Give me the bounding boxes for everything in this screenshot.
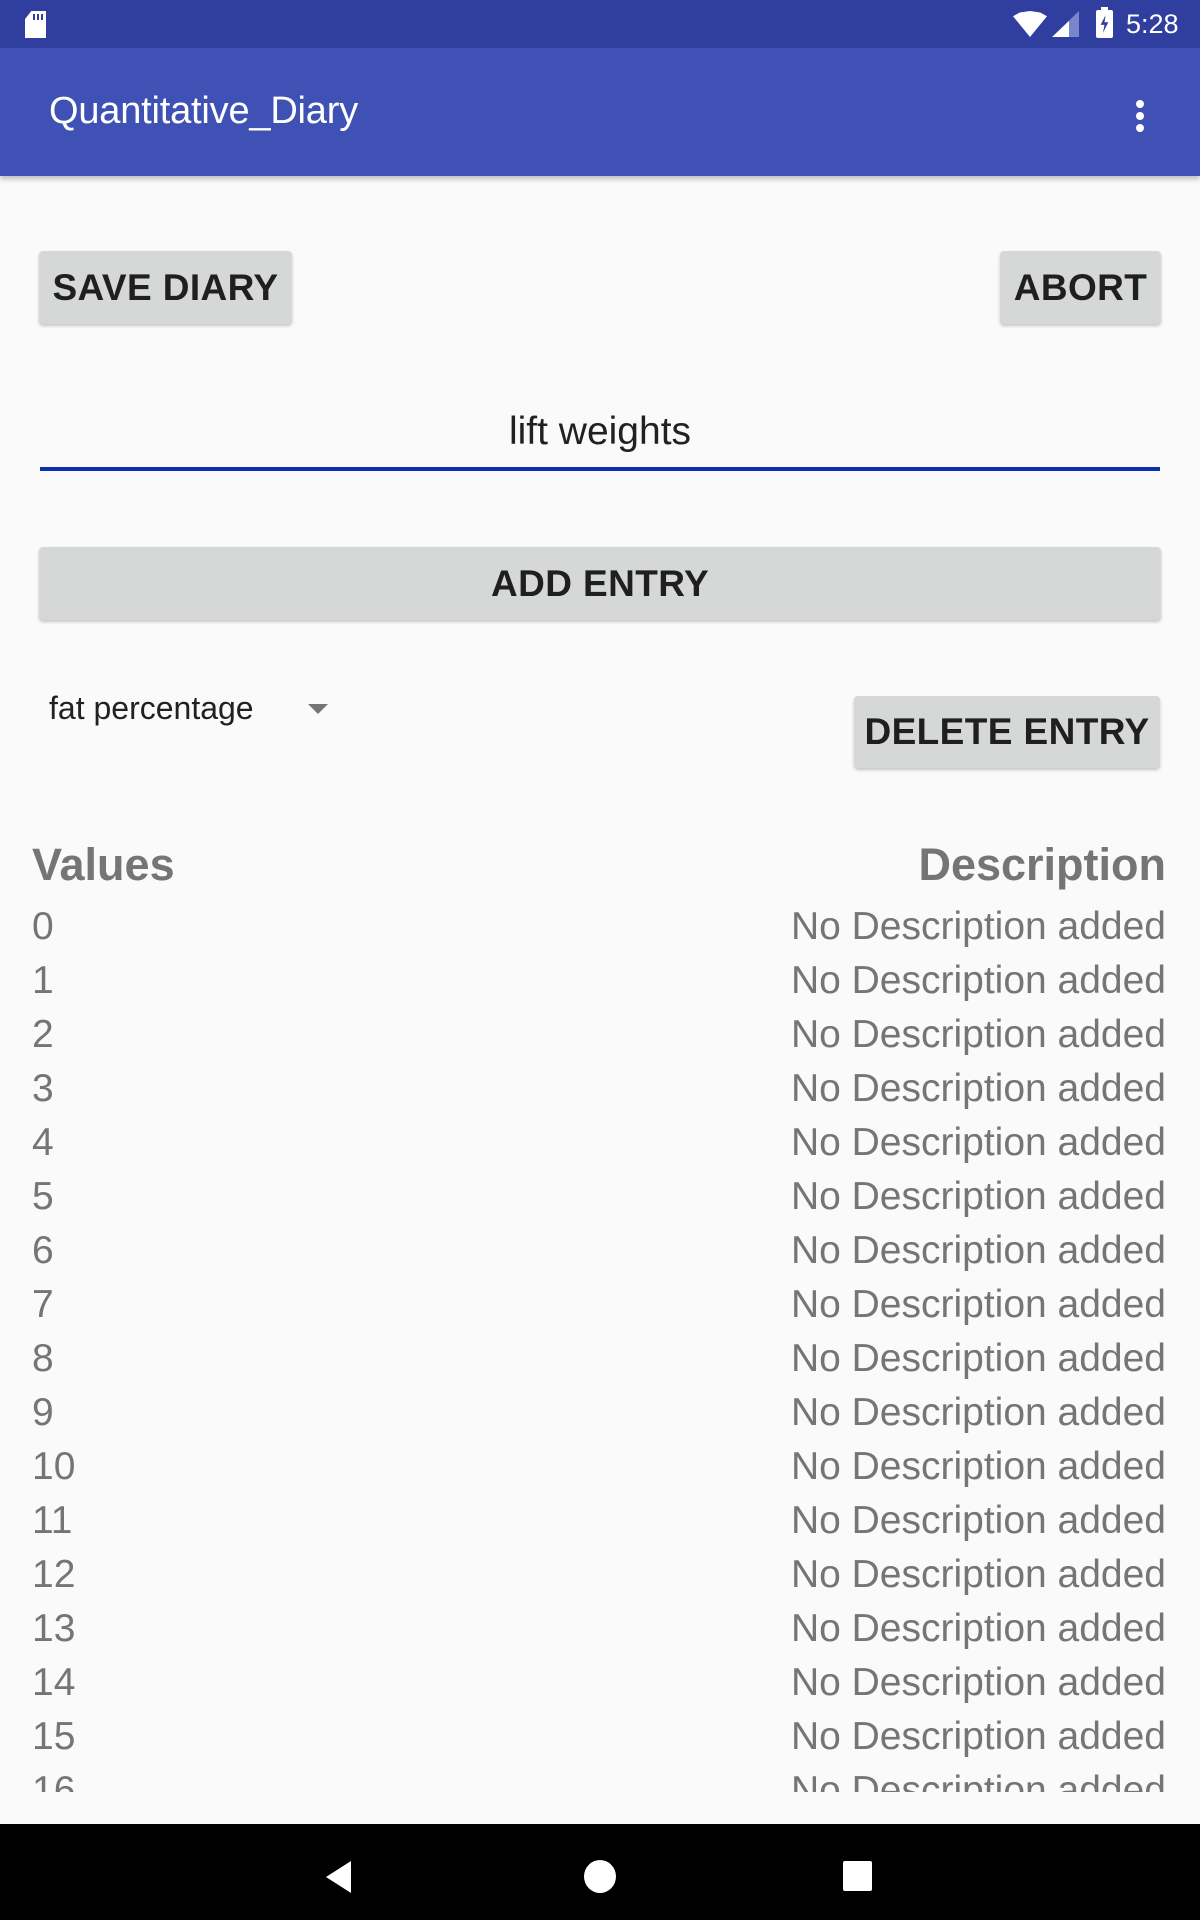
app-title: Quantitative_Diary <box>49 90 358 132</box>
row-value: 9 <box>32 1391 54 1434</box>
row-value: 6 <box>32 1229 54 1272</box>
row-value: 13 <box>32 1607 76 1650</box>
table-row[interactable]: 6 No Description added <box>0 1224 1200 1278</box>
row-value: 12 <box>32 1553 76 1596</box>
row-value: 7 <box>32 1283 54 1326</box>
table-row[interactable]: 9 No Description added <box>0 1386 1200 1440</box>
table-row[interactable]: 10 No Description added <box>0 1440 1200 1494</box>
entry-type-selected: fat percentage <box>49 690 254 726</box>
entries-list[interactable]: Values Description 0 No Description added… <box>0 830 1200 1792</box>
entry-type-dropdown[interactable]: fat percentage <box>40 686 340 736</box>
home-icon[interactable] <box>584 1860 616 1893</box>
overflow-dot <box>1136 100 1144 108</box>
row-description: No Description added <box>790 905 1166 948</box>
row-description: No Description added <box>790 1769 1166 1792</box>
overflow-dot <box>1136 112 1144 120</box>
row-description: No Description added <box>790 1175 1166 1218</box>
row-description: No Description added <box>790 1715 1166 1758</box>
row-description: No Description added <box>790 1607 1166 1650</box>
delete-entry-button[interactable]: DELETE ENTRY <box>854 696 1160 768</box>
save-diary-button[interactable]: SAVE DIARY <box>39 251 292 324</box>
row-value: 10 <box>32 1445 76 1488</box>
row-description: No Description added <box>790 1229 1166 1272</box>
wifi-icon <box>1013 11 1047 37</box>
row-value: 0 <box>32 905 54 948</box>
table-row[interactable]: 11 No Description added <box>0 1494 1200 1548</box>
table-row[interactable]: 7 No Description added <box>0 1278 1200 1332</box>
table-row[interactable]: 5 No Description added <box>0 1170 1200 1224</box>
table-row[interactable]: 2 No Description added <box>0 1008 1200 1062</box>
cell-signal-icon <box>1052 11 1079 37</box>
row-description: No Description added <box>790 1445 1166 1488</box>
table-row[interactable]: 0 No Description added <box>0 900 1200 954</box>
column-header-description: Description <box>918 839 1166 890</box>
abort-button[interactable]: ABORT <box>1000 251 1161 324</box>
row-description: No Description added <box>790 1391 1166 1434</box>
back-icon[interactable] <box>326 1861 351 1893</box>
more-vert-icon[interactable] <box>1120 84 1160 140</box>
entries-rows: 0 No Description added 1 No Description add… <box>0 900 1200 1792</box>
row-value: 14 <box>32 1661 76 1704</box>
recents-icon[interactable] <box>843 1861 872 1891</box>
status-clock: 5:28 <box>1126 9 1179 39</box>
row-description: No Description added <box>790 1067 1166 1110</box>
table-row[interactable]: 16 No Description added <box>0 1764 1200 1792</box>
row-description: No Description added <box>790 1499 1166 1542</box>
table-row[interactable]: 15 No Description added <box>0 1710 1200 1764</box>
row-value: 2 <box>32 1013 54 1056</box>
add-entry-button[interactable]: ADD ENTRY <box>39 547 1161 620</box>
row-value: 16 <box>32 1769 76 1792</box>
table-row[interactable]: 14 No Description added <box>0 1656 1200 1710</box>
row-description: No Description added <box>790 959 1166 1002</box>
row-value: 11 <box>32 1499 73 1542</box>
dropdown-arrow-icon <box>308 704 328 714</box>
row-value: 5 <box>32 1175 54 1218</box>
sd-card-icon <box>25 11 46 38</box>
row-description: No Description added <box>790 1337 1166 1380</box>
status-bar: 5:28 <box>0 0 1200 48</box>
row-value: 8 <box>32 1337 54 1380</box>
row-value: 1 <box>32 959 54 1002</box>
row-value: 15 <box>32 1715 76 1758</box>
table-row[interactable]: 12 No Description added <box>0 1548 1200 1602</box>
row-description: No Description added <box>790 1013 1166 1056</box>
table-row[interactable]: 3 No Description added <box>0 1062 1200 1116</box>
row-description: No Description added <box>790 1661 1166 1704</box>
table-row[interactable]: 13 No Description added <box>0 1602 1200 1656</box>
table-row[interactable]: 1 No Description added <box>0 954 1200 1008</box>
diary-name-input[interactable] <box>40 405 1160 471</box>
row-description: No Description added <box>790 1283 1166 1326</box>
table-row[interactable]: 4 No Description added <box>0 1116 1200 1170</box>
column-header-values: Values <box>32 839 175 890</box>
row-description: No Description added <box>790 1553 1166 1596</box>
battery-charging-icon <box>1096 7 1113 38</box>
row-description: No Description added <box>790 1121 1166 1164</box>
row-value: 4 <box>32 1121 54 1164</box>
app-bar: Quantitative_Diary <box>0 48 1200 176</box>
overflow-dot <box>1136 124 1144 132</box>
navigation-bar <box>0 1824 1200 1920</box>
row-value: 3 <box>32 1067 54 1110</box>
table-row[interactable]: 8 No Description added <box>0 1332 1200 1386</box>
